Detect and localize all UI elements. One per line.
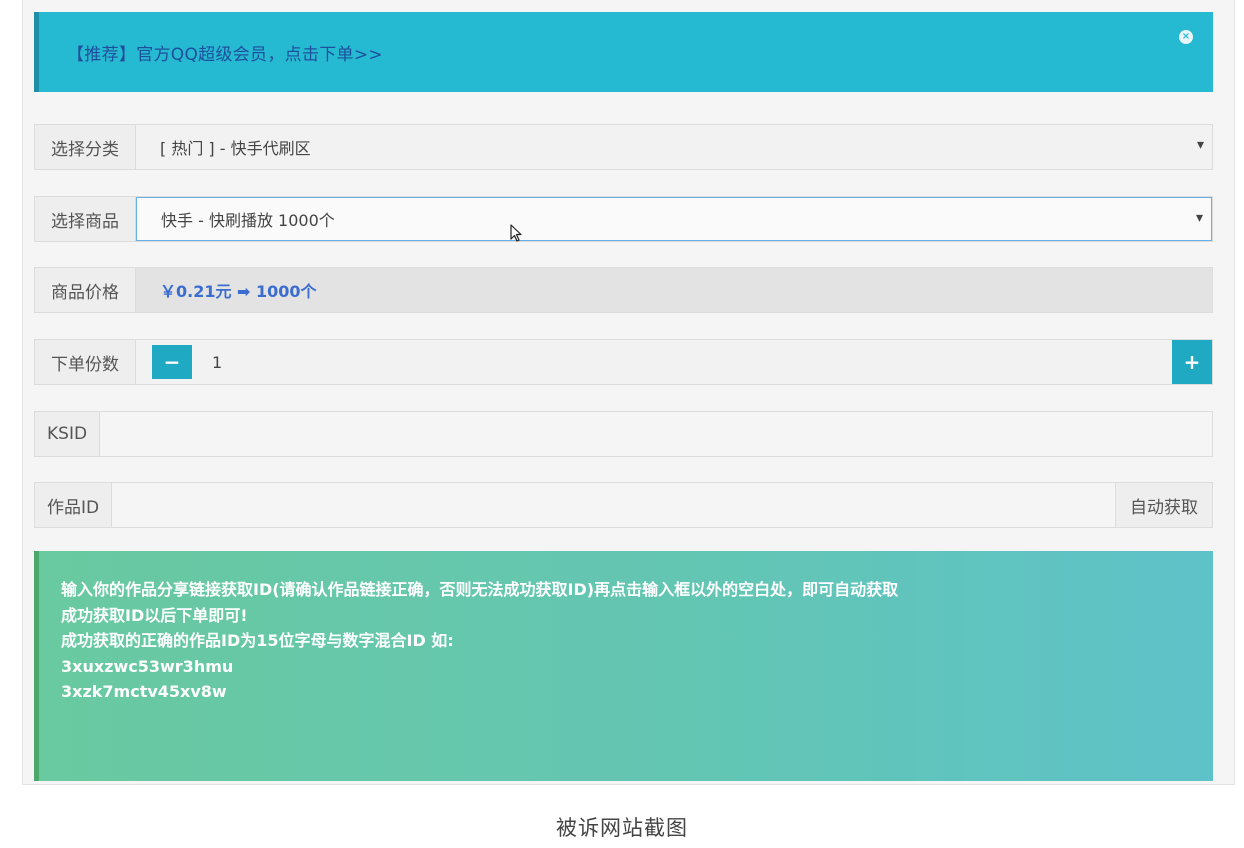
product-row: 选择商品 快手 - 快刷播放 1000个 <box>34 196 1213 242</box>
category-select[interactable]: [ 热门 ] - 快手代刷区 <box>136 125 1212 169</box>
product-label: 选择商品 <box>35 197 136 241</box>
ksid-label: KSID <box>35 412 101 456</box>
quantity-row: 下单份数 − 1 + <box>34 339 1213 385</box>
promo-banner[interactable]: 【推荐】官方QQ超级会员，点击下单>> × <box>34 12 1213 92</box>
quantity-input[interactable]: 1 <box>192 340 1172 384</box>
caption: 被诉网站截图 <box>556 816 688 840</box>
price-label: 商品价格 <box>35 268 136 312</box>
close-icon[interactable]: × <box>1179 30 1193 44</box>
minus-wrap: − <box>136 340 192 384</box>
info-line: 3xzk7mctv45xv8w <box>61 682 227 701</box>
info-line: 成功获取的正确的作品ID为15位字母与数字混合ID 如: <box>61 631 454 650</box>
minus-icon[interactable]: − <box>152 345 192 379</box>
category-row: 选择分类 [ 热门 ] - 快手代刷区 <box>34 124 1213 170</box>
ksid-input[interactable] <box>100 412 1212 456</box>
mouse-cursor-icon <box>510 224 522 242</box>
price-row: 商品价格 ￥0.21元 ➡ 1000个 <box>34 267 1213 313</box>
work-id-row: 作品ID 自动获取 <box>34 482 1213 528</box>
info-line: 成功获取ID以后下单即可! <box>61 605 248 625</box>
ksid-row: KSID <box>34 411 1213 457</box>
product-select[interactable]: 快手 - 快刷播放 1000个 <box>136 197 1212 241</box>
category-selected-value: [ 热门 ] - 快手代刷区 <box>160 139 311 158</box>
quantity-label: 下单份数 <box>35 340 136 384</box>
work-id-input[interactable] <box>112 483 1115 527</box>
info-alert: 输入你的作品分享链接获取ID(请确认作品链接正确，否则无法成功获取ID)再点击输… <box>34 551 1213 781</box>
info-line: 3xuxzwc53wr3hmu <box>61 656 234 676</box>
promo-link[interactable]: 【推荐】官方QQ超级会员，点击下单>> <box>67 40 383 65</box>
auto-fetch-button[interactable]: 自动获取 <box>1115 483 1212 527</box>
category-label: 选择分类 <box>35 125 136 169</box>
product-selected-value: 快手 - 快刷播放 1000个 <box>161 211 335 230</box>
plus-icon[interactable]: + <box>1172 340 1212 384</box>
work-id-label: 作品ID <box>35 483 113 527</box>
price-value: ￥0.21元 ➡ 1000个 <box>136 268 1212 312</box>
info-line: 输入你的作品分享链接获取ID(请确认作品链接正确，否则无法成功获取ID)再点击输… <box>61 580 899 599</box>
